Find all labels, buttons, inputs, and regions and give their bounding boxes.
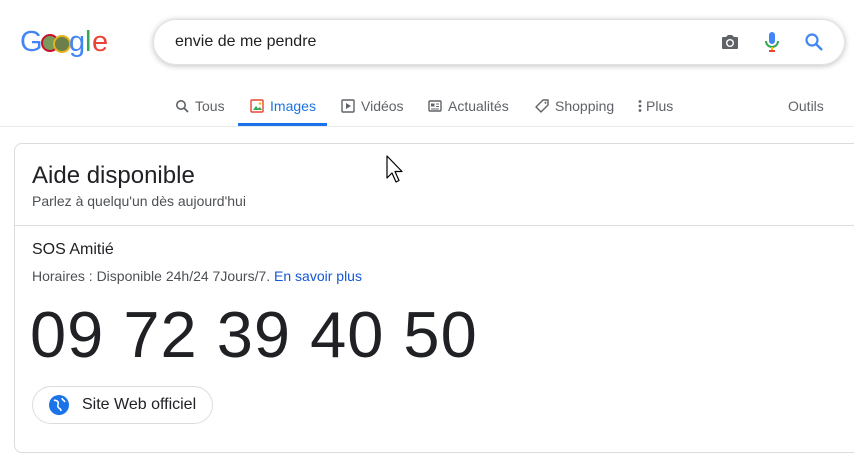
official-site-button[interactable]: Site Web officiel (32, 386, 214, 424)
mic-icon[interactable] (760, 30, 784, 54)
search-icon (174, 98, 190, 114)
svg-text:e: e (92, 26, 107, 58)
header-divider (0, 126, 854, 127)
tools-button[interactable]: Outils (788, 86, 824, 126)
tab-images[interactable]: Images (238, 86, 327, 126)
tab-label: Actualités (448, 98, 509, 114)
more-vert-icon (636, 98, 644, 114)
news-icon (427, 98, 443, 114)
tab-label: Plus (646, 98, 674, 114)
mouse-cursor-icon (386, 155, 403, 183)
tag-icon (534, 98, 550, 114)
play-icon (340, 98, 356, 114)
org-name: SOS Amitié (32, 241, 114, 258)
tab-videos[interactable]: Vidéos (340, 86, 404, 126)
svg-text:g: g (69, 26, 84, 58)
phone-number[interactable]: 09 72 39 40 50 (30, 296, 478, 374)
card-divider (15, 225, 854, 226)
globe-icon (48, 394, 70, 416)
tab-label: Shopping (555, 98, 615, 114)
svg-text:G: G (20, 26, 42, 58)
search-box[interactable]: envie de me pendre (153, 19, 845, 65)
hours-label: Horaires : Disponible 24h/24 7Jours/7. (32, 268, 271, 284)
tab-label: Images (270, 98, 316, 114)
search-input[interactable]: envie de me pendre (175, 33, 718, 51)
help-card: Aide disponible Parlez à quelqu'un dès a… (14, 143, 854, 453)
camera-icon[interactable] (718, 30, 742, 54)
search-tabs: Tous Images Vidéos Actualités Shopping P… (0, 86, 854, 126)
google-logo-image: G g l e (20, 26, 108, 58)
tab-all[interactable]: Tous (174, 86, 225, 126)
image-icon (249, 98, 265, 114)
tab-more[interactable]: Plus (636, 86, 673, 126)
card-subtitle: Parlez à quelqu'un dès aujourd'hui (32, 193, 246, 209)
tab-shopping[interactable]: Shopping (534, 86, 614, 126)
hours-text: Horaires : Disponible 24h/24 7Jours/7. E… (32, 268, 362, 284)
learn-more-link[interactable]: En savoir plus (274, 268, 362, 284)
svg-text:l: l (85, 26, 90, 58)
google-logo[interactable]: G g l e (20, 26, 108, 58)
tab-news[interactable]: Actualités (427, 86, 509, 126)
tab-label: Tous (195, 98, 225, 114)
card-title: Aide disponible (32, 162, 195, 189)
tab-label: Vidéos (361, 98, 404, 114)
search-icon[interactable] (802, 30, 826, 54)
site-button-label: Site Web officiel (82, 396, 197, 413)
